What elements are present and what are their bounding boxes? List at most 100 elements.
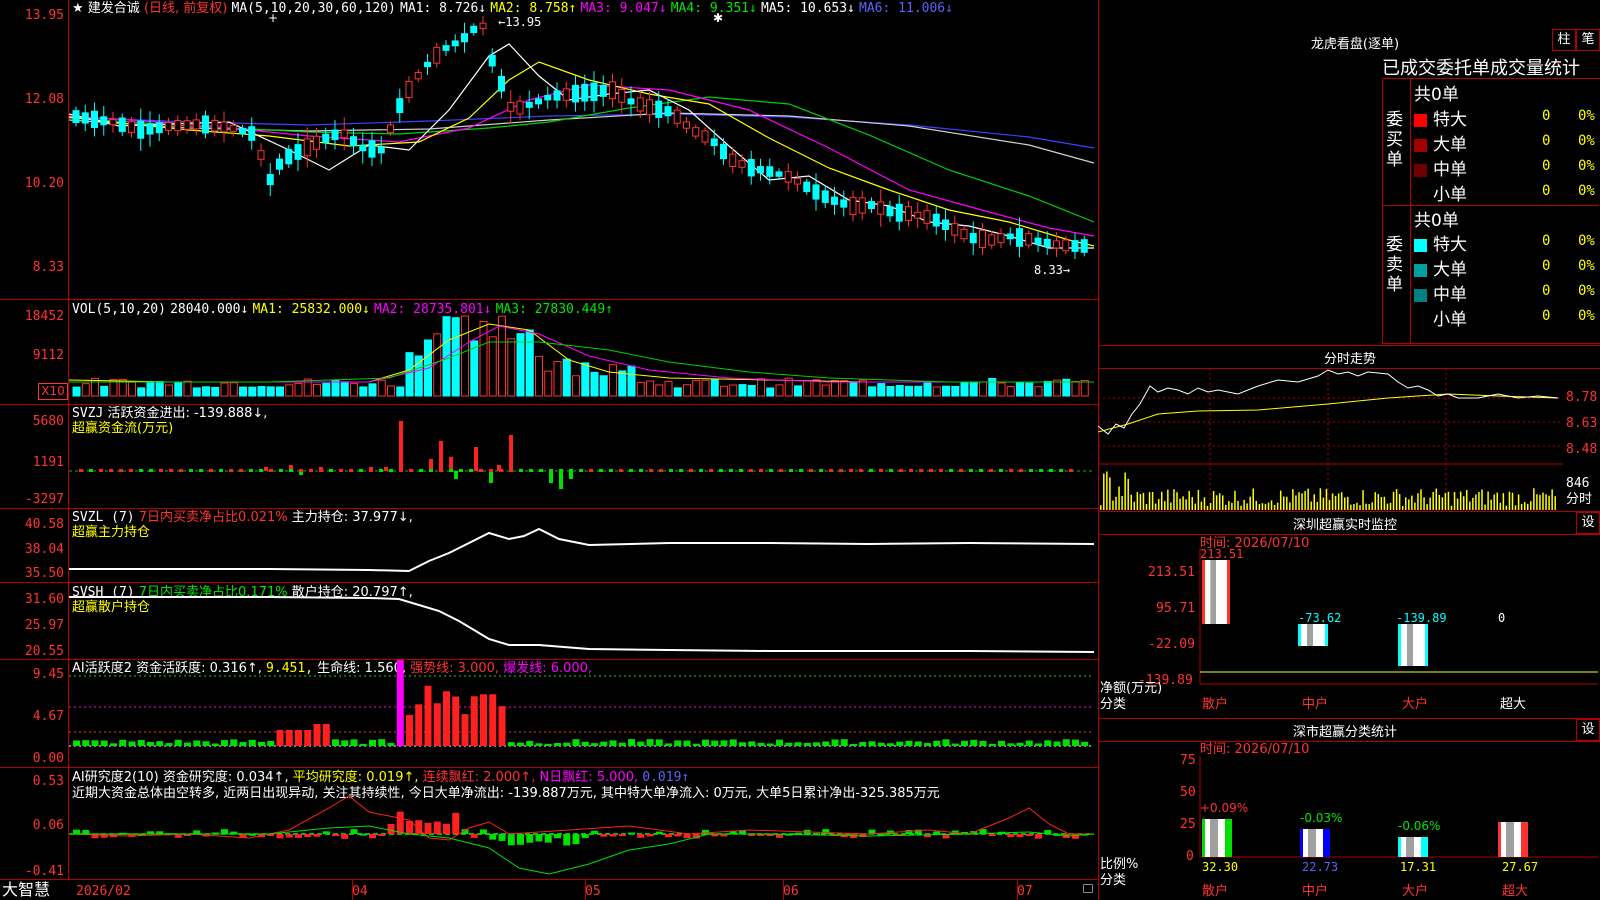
intraday-vol-unit: 分时: [1566, 492, 1593, 507]
candle-body: [673, 109, 681, 124]
candle-body: [313, 135, 320, 150]
intraday-volume-bar: [1276, 502, 1279, 510]
volume-bar: [183, 380, 192, 397]
volume-bar: [229, 382, 238, 397]
intraday-volume-bar: [1554, 496, 1556, 510]
fund-flow-bar: [709, 469, 713, 472]
y-label-svzl: 40.58: [24, 517, 64, 532]
lock-icon[interactable]: [1083, 884, 1093, 893]
volume-bar: [1006, 386, 1015, 397]
candle-body: [451, 40, 459, 47]
tick-view-button[interactable]: 笔: [1576, 29, 1600, 51]
activity-bar: [646, 739, 654, 746]
volume-bar: [636, 381, 645, 397]
fund-flow-bar: [239, 469, 243, 472]
volume-bar: [488, 336, 497, 397]
order-row: 中单: [1414, 155, 1467, 180]
volume-bar: [137, 387, 146, 397]
research-bar: [591, 830, 598, 834]
intraday-volume-bar: [1115, 496, 1117, 510]
activity-bar: [822, 741, 830, 746]
candle-body: [266, 174, 274, 186]
research-bar: [480, 829, 487, 834]
activity-bar: [295, 730, 302, 746]
order-count: 0: [1542, 233, 1551, 249]
monitor-chart[interactable]: 213.51 -73.62 -139.89 0: [1198, 548, 1598, 704]
intraday-volume-bar: [1356, 502, 1358, 510]
intraday-volume-bar: [1170, 502, 1172, 510]
intraday-volume-bar: [1283, 496, 1285, 510]
candle-body: [932, 213, 940, 227]
activity-bar: [174, 739, 182, 746]
classify-top-value: -0.03%: [1300, 811, 1343, 825]
activity-bar: [794, 742, 802, 746]
candle-body: [294, 144, 302, 160]
ma4-line: [69, 96, 1095, 223]
intraday-volume-bar: [1417, 493, 1419, 510]
candle-body: [479, 22, 487, 29]
intraday-volume-bar: [1106, 471, 1108, 510]
fund-flow-bar: [639, 469, 643, 472]
svsh-chart[interactable]: [69, 583, 1098, 659]
candle-body: [433, 46, 441, 64]
volume-bar: [905, 385, 913, 397]
candle-body: [1062, 239, 1070, 252]
fund-flow-bar: [79, 469, 83, 472]
candlestick-chart[interactable]: [69, 0, 1098, 299]
activity-bar: [674, 740, 682, 746]
intraday-volume-bar: [1261, 503, 1264, 510]
candle-body: [692, 127, 700, 137]
fund-flow-bar: [219, 469, 223, 472]
volume-chart[interactable]: [69, 300, 1098, 404]
tab-volume[interactable]: 成交量: [1490, 58, 1544, 78]
intraday-volume-bar: [1304, 491, 1306, 510]
activity-bar: [1016, 742, 1024, 746]
intraday-volume-bar: [1118, 486, 1120, 510]
ai-active-chart[interactable]: [69, 660, 1098, 767]
intraday-volume-bar: [1444, 493, 1447, 510]
intraday-volume-bar: [1374, 492, 1376, 510]
volume-bar: [840, 380, 849, 397]
activity-bar: [803, 743, 811, 746]
intraday-volume-bar: [1182, 496, 1184, 510]
tab-stats[interactable]: 统计: [1544, 58, 1580, 78]
intraday-volume-bar: [1420, 489, 1422, 510]
intraday-volume-bar: [1490, 499, 1492, 510]
candle-body: [470, 25, 478, 34]
intraday-volume-bar: [1307, 488, 1309, 510]
fund-flow-bar: [479, 469, 483, 472]
fund-flow-bar: [699, 469, 703, 472]
activity-bar: [248, 739, 256, 746]
monitor-settings-button[interactable]: 设: [1576, 512, 1600, 534]
research-bar: [554, 834, 561, 839]
fund-flow-bar: [789, 469, 793, 472]
intraday-chart[interactable]: [1098, 368, 1563, 510]
order-percent: 0%: [1578, 108, 1595, 124]
tab-orders[interactable]: 委托单: [1436, 58, 1490, 78]
monitor-bars: 213.51 -73.62 -139.89 0: [1200, 548, 1505, 666]
activity-bar: [73, 740, 80, 746]
candle-body: [118, 117, 126, 132]
tab-traded[interactable]: 已成交: [1382, 58, 1436, 78]
svzl-chart[interactable]: [69, 509, 1098, 582]
volume-bar: [174, 381, 183, 397]
activity-bar: [507, 742, 515, 746]
svzj-chart[interactable]: [69, 405, 1098, 508]
monitor-cat-label: 分类: [1100, 697, 1127, 712]
intraday-volume-bar: [1289, 502, 1291, 510]
candle-body: [109, 119, 117, 126]
research-bar: [341, 834, 349, 839]
classify-settings-button[interactable]: 设: [1576, 719, 1600, 741]
research-bar: [526, 834, 534, 843]
candle-body: [81, 112, 89, 124]
candle-body: [895, 203, 903, 222]
candle-body: [609, 81, 616, 100]
ai-research-chart[interactable]: [69, 768, 1098, 879]
intraday-y-label: 8.48: [1566, 442, 1598, 457]
column-view-button[interactable]: 柱: [1552, 29, 1576, 51]
volume-bar: [257, 386, 266, 397]
activity-bar: [304, 730, 312, 746]
volume-bar: [683, 384, 691, 397]
intraday-volume-bar: [1493, 494, 1495, 510]
activity-bar: [165, 743, 173, 746]
